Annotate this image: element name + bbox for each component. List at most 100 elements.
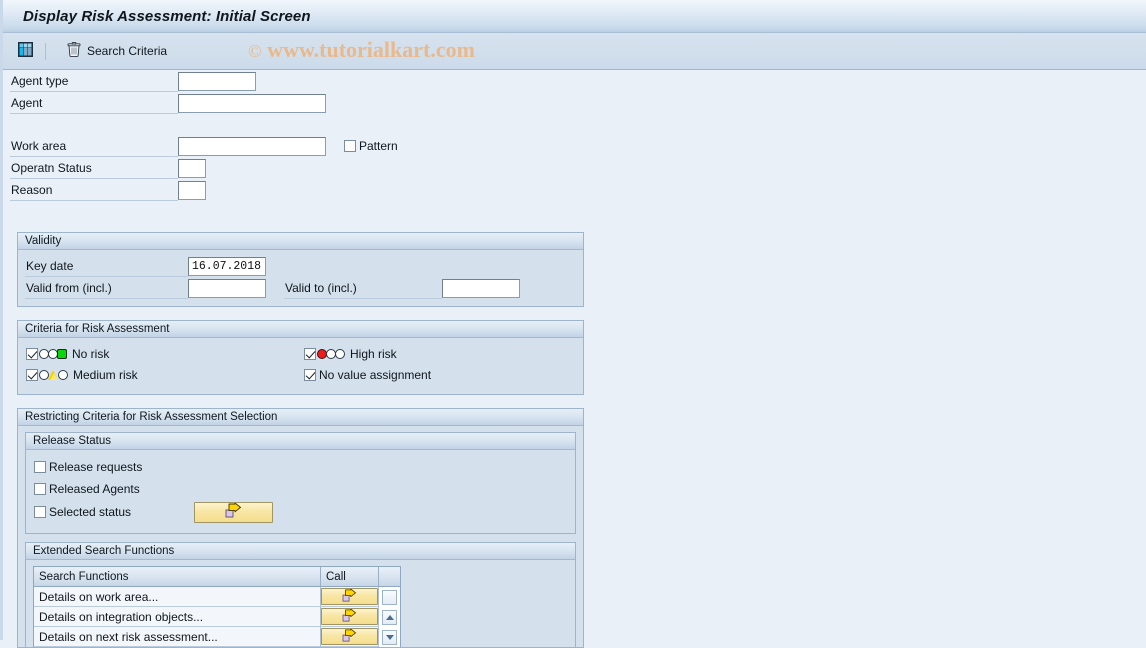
pattern-checkbox-group[interactable]: Pattern <box>344 139 398 153</box>
table-row[interactable]: Details on next risk assessment... <box>34 627 400 647</box>
table-row[interactable]: Details on integration objects... <box>34 607 400 627</box>
row-call-cell <box>321 627 379 647</box>
validity-group: Validity Key date Valid from (incl.) Val… <box>17 232 584 307</box>
search-criteria-label: Search Criteria <box>87 44 168 58</box>
scrollbar-up-cell[interactable] <box>379 607 400 627</box>
field-row-key-date: Key date <box>25 255 583 277</box>
release-requests-row: Release requests <box>26 456 575 478</box>
criteria-group: Criteria for Risk Assessment No risk Hig… <box>17 320 584 395</box>
application-toolbar: Search Criteria <box>3 33 1146 70</box>
search-criteria-button[interactable]: Search Criteria <box>63 38 171 64</box>
no-value-assignment-group[interactable]: No value assignment <box>304 368 431 382</box>
released-agents-row: Released Agents <box>26 478 575 500</box>
column-header-call[interactable]: Call <box>321 567 379 587</box>
validity-group-body: Key date Valid from (incl.) Valid to (in… <box>18 250 583 306</box>
agent-type-label: Agent type <box>10 71 178 92</box>
field-row-agent-type: Agent type <box>10 70 1146 92</box>
operatn-status-label: Operatn Status <box>10 158 178 179</box>
release-status-title: Release Status <box>26 433 575 450</box>
row-call-cell <box>321 607 379 627</box>
medium-risk-group[interactable]: Medium risk <box>26 368 304 382</box>
scroll-up-arrow-icon[interactable] <box>382 609 397 625</box>
key-date-label: Key date <box>25 256 188 277</box>
row-call-cell <box>321 587 379 607</box>
high-risk-group[interactable]: High risk <box>304 347 397 361</box>
criteria-group-title: Criteria for Risk Assessment <box>18 321 583 338</box>
selected-status-checkbox[interactable] <box>34 506 46 518</box>
valid-from-label: Valid from (incl.) <box>25 278 188 299</box>
selected-status-row: Selected status <box>26 500 575 524</box>
work-area-label: Work area <box>10 136 178 157</box>
row-label: Details on next risk assessment... <box>34 627 321 647</box>
call-arrow-icon <box>342 608 357 625</box>
field-row-reason: Reason <box>10 179 1146 201</box>
application-window: Display Risk Assessment: Initial Screen <box>0 0 1146 648</box>
scroll-down-arrow-icon[interactable] <box>382 629 397 645</box>
reason-input[interactable] <box>178 180 206 200</box>
scrollbar-down-cell[interactable] <box>379 627 400 647</box>
restricting-criteria-body: Release Status Release requests Released… <box>18 426 583 647</box>
extended-search-body: Search Functions Call Details on work ar… <box>26 560 575 647</box>
scrollbar-thumb-cell[interactable] <box>379 587 400 607</box>
reason-label: Reason <box>10 180 178 201</box>
valid-from-input[interactable] <box>188 278 266 298</box>
extended-search-title: Extended Search Functions <box>26 543 575 560</box>
traffic-light-red-icon <box>317 348 345 359</box>
field-row-valid-range: Valid from (incl.) Valid to (incl.) <box>25 277 583 299</box>
valid-to-input[interactable] <box>442 278 520 298</box>
row-label: Details on work area... <box>34 587 321 607</box>
release-status-group: Release Status Release requests Released… <box>25 432 576 534</box>
table-grid-button[interactable] <box>13 38 38 64</box>
table-header-row: Search Functions Call <box>34 567 400 587</box>
high-risk-label: High risk <box>350 346 397 361</box>
release-requests-checkbox[interactable] <box>34 461 46 473</box>
call-button[interactable] <box>321 628 378 645</box>
valid-to-label: Valid to (incl.) <box>284 278 442 299</box>
call-arrow-icon <box>342 628 357 645</box>
form-spacer <box>3 114 1146 135</box>
agent-input[interactable] <box>178 93 326 113</box>
released-agents-label: Released Agents <box>49 482 140 496</box>
work-area-input[interactable] <box>178 136 326 156</box>
released-agents-checkbox[interactable] <box>34 483 46 495</box>
release-requests-label: Release requests <box>49 460 143 474</box>
extended-search-group: Extended Search Functions Search Functio… <box>25 542 576 647</box>
traffic-light-yellow-icon <box>39 369 68 380</box>
key-date-input[interactable] <box>188 256 266 276</box>
criteria-group-body: No risk High risk Medium risk No value a… <box>18 338 583 394</box>
toolbar-separator <box>45 42 46 60</box>
call-button[interactable] <box>321 588 378 605</box>
no-risk-label: No risk <box>72 346 110 361</box>
no-value-assignment-label: No value assignment <box>319 367 432 382</box>
field-row-operatn-status: Operatn Status <box>10 157 1146 179</box>
selected-status-call-button[interactable] <box>194 501 274 523</box>
call-button[interactable] <box>321 608 378 625</box>
trash-icon <box>67 41 81 60</box>
pattern-label: Pattern <box>359 139 398 153</box>
no-value-assignment-checkbox[interactable] <box>304 368 316 381</box>
pattern-checkbox[interactable] <box>344 140 356 152</box>
scroll-thumb[interactable] <box>382 589 397 605</box>
table-grid-icon <box>17 41 34 61</box>
field-row-work-area: Work area Pattern <box>10 135 1146 157</box>
medium-risk-label: Medium risk <box>73 367 138 382</box>
no-risk-group[interactable]: No risk <box>26 347 304 361</box>
validity-group-title: Validity <box>18 233 583 250</box>
table-row[interactable]: Details on work area... <box>34 587 400 607</box>
agent-label: Agent <box>10 93 178 114</box>
agent-type-input[interactable] <box>178 71 256 91</box>
restricting-criteria-group: Restricting Criteria for Risk Assessment… <box>17 408 584 648</box>
restricting-criteria-title: Restricting Criteria for Risk Assessment… <box>18 409 583 426</box>
traffic-light-green-icon <box>39 348 67 359</box>
no-risk-checkbox[interactable] <box>26 347 38 360</box>
high-risk-checkbox[interactable] <box>304 347 316 360</box>
row-label: Details on integration objects... <box>34 607 321 627</box>
column-header-search-functions[interactable]: Search Functions <box>34 567 321 587</box>
page-title: Display Risk Assessment: Initial Screen <box>23 7 311 25</box>
window-title-bar: Display Risk Assessment: Initial Screen <box>3 0 1146 33</box>
medium-risk-checkbox[interactable] <box>26 368 38 381</box>
operatn-status-input[interactable] <box>178 158 206 178</box>
search-functions-table: Search Functions Call Details on work ar… <box>33 566 401 647</box>
field-row-agent: Agent <box>10 92 1146 114</box>
release-status-body: Release requests Released Agents Selecte… <box>26 450 575 533</box>
